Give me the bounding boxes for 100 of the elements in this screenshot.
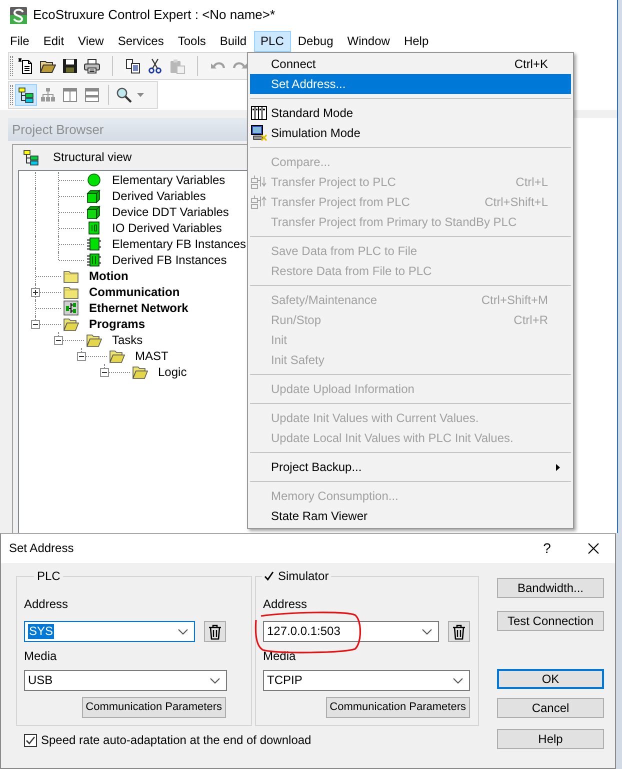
submenu-arrow-icon <box>556 464 560 470</box>
dialog-button[interactable]: Test Connection <box>497 611 604 631</box>
close-icon <box>588 543 598 554</box>
collapse-icon[interactable] <box>31 320 40 329</box>
menu-item[interactable]: Connect Ctrl+K <box>250 54 571 74</box>
collapse-icon[interactable] <box>100 368 109 377</box>
menu-item[interactable]: State Ram Viewer <box>250 506 571 526</box>
folder-icon <box>63 316 79 332</box>
menu-item[interactable]: Simulation Mode <box>250 123 571 143</box>
field-label: Media <box>263 649 297 663</box>
printer-icon <box>84 58 100 74</box>
dialog-button[interactable]: OK <box>497 669 604 689</box>
computer-icon <box>251 125 267 141</box>
copy-icon <box>125 58 141 74</box>
menu-item[interactable]: Services <box>110 30 171 52</box>
shortcut-text: Ctrl+Shift+M <box>480 292 548 308</box>
help-button[interactable]: ? <box>533 534 561 563</box>
menu-item[interactable]: Project Backup... <box>250 457 571 477</box>
split-pane-icon <box>84 87 100 103</box>
transfer-icon <box>251 194 267 210</box>
shortcut-text: Ctrl+Shift+L <box>484 194 548 210</box>
trash-icon <box>208 624 222 640</box>
circle-icon <box>86 172 102 188</box>
address-dropdown[interactable]: SYS <box>24 621 195 642</box>
tree-item[interactable]: Device DDT Variables <box>112 204 229 220</box>
media-dropdown[interactable]: USB <box>24 670 227 691</box>
menu-item[interactable]: Debug <box>290 30 340 52</box>
transfer-icon <box>251 174 267 190</box>
address-dropdown[interactable]: 127.0.0.1:503 <box>263 621 439 642</box>
collapse-icon[interactable] <box>77 352 86 361</box>
tree-item[interactable]: Derived Variables <box>112 188 206 204</box>
expand-icon[interactable] <box>31 288 40 297</box>
tree-item[interactable]: Tasks <box>112 332 143 348</box>
dialog-button[interactable]: Bandwidth... <box>497 578 604 598</box>
checkmark-icon[interactable] <box>264 571 274 581</box>
folder-icon <box>86 332 102 348</box>
chevron-down-icon <box>210 678 220 684</box>
menu-item[interactable]: PLC <box>254 30 291 52</box>
collapse-icon[interactable] <box>54 336 63 345</box>
tree-view-icon <box>18 87 34 103</box>
tree-item[interactable]: MAST <box>135 348 168 364</box>
window-title: EcoStruxure Control Expert : <No name>* <box>33 7 276 23</box>
menu-item[interactable]: View <box>71 30 111 52</box>
caret-down-icon <box>137 93 144 97</box>
checkbox-label: Speed rate auto-adaptation at the end of download <box>41 732 312 748</box>
cube-icon <box>86 204 102 220</box>
parameters-button[interactable]: Communication Parameters <box>326 697 470 718</box>
folder-icon <box>40 58 56 74</box>
delete-button[interactable] <box>204 621 226 642</box>
folder-icon <box>109 348 125 364</box>
trash-icon <box>452 624 466 640</box>
folder-icon <box>63 284 79 300</box>
group-title: Simulator <box>278 569 329 583</box>
field-label: Address <box>263 597 308 611</box>
menu-item[interactable]: Standard Mode <box>250 103 571 123</box>
rack-icon <box>251 105 267 121</box>
tree-item[interactable]: IO Derived Variables <box>112 220 222 236</box>
clipboard-icon <box>169 58 185 74</box>
field-label: Media <box>24 649 58 663</box>
media-dropdown[interactable]: TCPIP <box>263 670 470 691</box>
folder-icon <box>132 364 148 380</box>
tree-item[interactable]: Logic <box>158 364 187 380</box>
group-title: PLC <box>36 569 62 583</box>
scissors-icon <box>147 58 163 74</box>
io-block-icon <box>86 220 102 236</box>
menu-item[interactable]: Edit <box>36 30 72 52</box>
dialog-button[interactable]: Cancel <box>497 698 604 718</box>
tree-item[interactable]: Ethernet Network <box>89 300 188 316</box>
menu-item[interactable]: File <box>3 30 36 52</box>
menu-item[interactable]: Set Address... <box>250 74 571 94</box>
tree-item[interactable]: Programs <box>89 316 146 332</box>
two-pane-icon <box>62 87 78 103</box>
cube-icon <box>86 188 102 204</box>
dialog-title: Set Address <box>9 541 74 556</box>
tree-item[interactable]: Communication <box>89 284 180 300</box>
shortcut-text: Ctrl+L <box>514 174 548 190</box>
menu-item[interactable]: Window <box>340 30 397 52</box>
hierarchy-icon <box>40 87 56 103</box>
magnifier-icon <box>116 87 132 103</box>
chevron-down-icon <box>178 628 188 634</box>
menu-item[interactable]: Tools <box>170 30 213 52</box>
folder-icon <box>63 268 79 284</box>
tree-item[interactable]: Elementary Variables <box>112 172 226 188</box>
chip-icon <box>86 252 102 268</box>
menu-item[interactable]: Build <box>212 30 254 52</box>
dialog-button[interactable]: Help <box>497 729 604 749</box>
view-title: Structural view <box>53 150 132 164</box>
structural-view-button[interactable] <box>15 84 37 106</box>
chevron-down-icon <box>453 678 463 684</box>
shortcut-text: Ctrl+R <box>512 312 548 328</box>
field-label: Address <box>24 597 70 611</box>
menu-item[interactable]: Help <box>396 30 436 52</box>
checkbox[interactable] <box>24 734 37 746</box>
parameters-button[interactable]: Communication Parameters <box>82 697 226 718</box>
chip-icon <box>86 236 102 252</box>
tree-item[interactable]: Motion <box>89 268 128 284</box>
app-logo-icon <box>10 6 27 24</box>
delete-button[interactable] <box>448 621 470 642</box>
tree-item[interactable]: Elementary FB Instances <box>112 236 246 252</box>
tree-item[interactable]: Derived FB Instances <box>112 252 227 268</box>
